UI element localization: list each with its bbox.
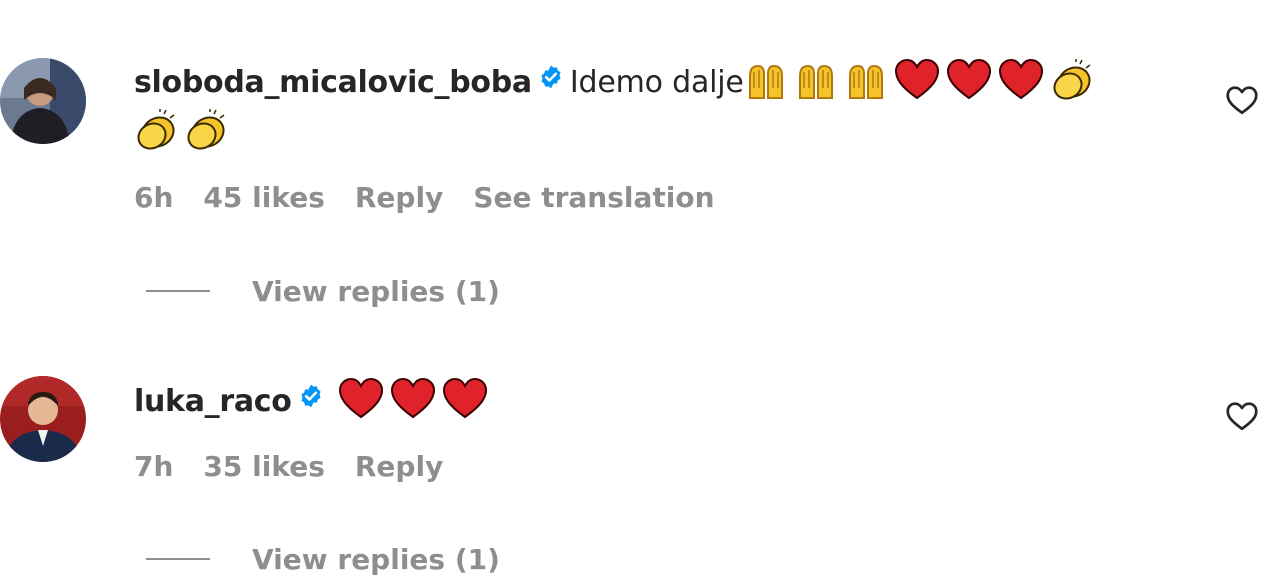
see-translation-button[interactable]: See translation: [473, 181, 714, 214]
comment-time[interactable]: 7h: [134, 450, 173, 483]
red-heart-icon: [442, 377, 488, 421]
raising-hands-icon: [744, 58, 788, 102]
verified-badge-icon: [538, 57, 564, 105]
comment-username[interactable]: sloboda_micalovic_boba: [134, 65, 532, 100]
like-heart-icon[interactable]: [1224, 398, 1260, 434]
view-replies-button[interactable]: View replies (1): [146, 272, 500, 312]
red-heart-icon: [390, 377, 436, 421]
verified-badge-icon: [298, 376, 324, 424]
reply-button[interactable]: Reply: [355, 181, 443, 214]
clapping-hands-icon: [134, 108, 178, 152]
view-replies-label: View replies (1): [252, 543, 500, 576]
avatar[interactable]: [0, 58, 86, 144]
raising-hands-icon: [844, 58, 888, 102]
view-replies-button[interactable]: View replies (1): [146, 540, 500, 580]
clapping-hands-icon: [184, 108, 228, 152]
raising-hands-icon: [794, 58, 838, 102]
red-heart-icon: [894, 58, 940, 102]
red-heart-icon: [998, 58, 1044, 102]
comment-likes[interactable]: 35 likes: [203, 450, 324, 483]
view-replies-label: View replies (1): [252, 275, 500, 308]
avatar[interactable]: [0, 376, 86, 462]
divider: [146, 290, 210, 292]
comment-text: Idemo dalje: [569, 65, 744, 100]
comment-body: sloboda_micalovic_boba Idemo dalje: [134, 57, 1160, 156]
comment-likes[interactable]: 45 likes: [203, 181, 324, 214]
red-heart-icon: [338, 377, 384, 421]
comment-body: luka_raco: [134, 376, 1160, 427]
comment-meta: 6h 45 likes Reply See translation: [134, 178, 745, 218]
clapping-hands-icon: [1050, 58, 1094, 102]
reply-button[interactable]: Reply: [355, 450, 443, 483]
like-heart-icon[interactable]: [1224, 82, 1260, 118]
comment-meta: 7h 35 likes Reply: [134, 447, 473, 487]
comment-time[interactable]: 6h: [134, 181, 173, 214]
divider: [146, 558, 210, 560]
comment-username[interactable]: luka_raco: [134, 384, 292, 419]
red-heart-icon: [946, 58, 992, 102]
